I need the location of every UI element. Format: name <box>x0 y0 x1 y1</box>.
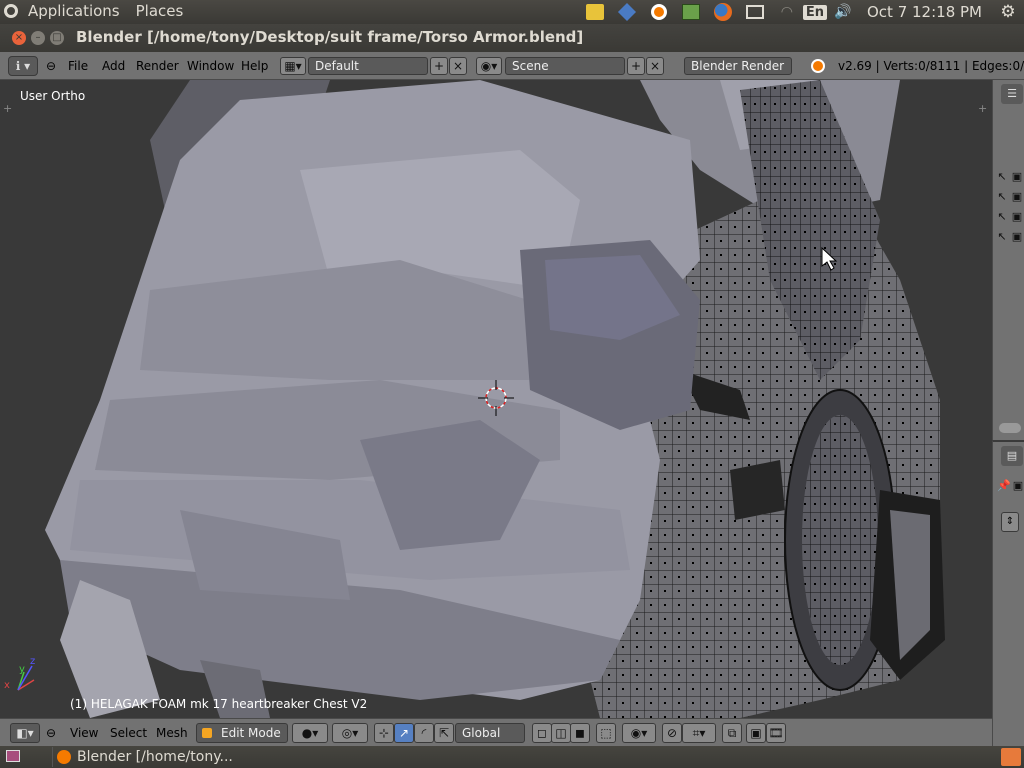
taskbar-blender-item[interactable]: Blender [/home/tony... <box>52 747 242 767</box>
mesh-render: x y z <box>4 80 945 718</box>
overlay-icon[interactable]: ⧉ <box>722 723 742 743</box>
scene-field[interactable]: Scene <box>505 57 625 75</box>
pivot-point-icon[interactable]: ◎▾ <box>332 723 368 743</box>
screen-layout-field[interactable]: Default <box>308 57 428 75</box>
vertex-select-icon[interactable]: ◻ <box>532 723 552 743</box>
places-menu[interactable]: Places <box>136 2 184 20</box>
taskbar-item-label: Blender [/home/tony... <box>77 749 233 765</box>
translate-manipulator-icon[interactable]: ↗ <box>394 723 414 743</box>
show-desktop-icon[interactable] <box>6 750 20 762</box>
info-header: ℹ ▾ ⊖ File Add Render Window Help ▦▾ Def… <box>0 52 1024 80</box>
maximize-icon[interactable]: □ <box>50 31 64 45</box>
viewport-shading-icon[interactable]: ●▾ <box>292 723 328 743</box>
firefox-icon[interactable] <box>712 2 734 22</box>
screen-lock-icon[interactable] <box>744 2 766 22</box>
axis-y-label: y <box>19 664 25 675</box>
outliner-panel[interactable]: ☰ ↖ ▣ ↖ ▣ ↖ ▣ ↖ ▣ <box>992 80 1024 440</box>
virtualbox-icon[interactable] <box>616 2 638 22</box>
top-panel: Applications Places ◠ En 🔊 Oct 7 12:18 P… <box>0 0 1024 24</box>
menu-file[interactable]: File <box>68 59 88 73</box>
applications-menu[interactable]: Applications <box>28 2 120 20</box>
window-title-bar: × – □ Blender [/home/tony/Desktop/suit f… <box>0 24 1024 52</box>
snap-toggle-icon[interactable]: ⊘ <box>662 723 682 743</box>
clock[interactable]: Oct 7 12:18 PM <box>867 3 982 21</box>
menu-window[interactable]: Window <box>187 59 234 73</box>
collapse-menu-icon[interactable]: ⊖ <box>46 726 56 740</box>
camera-render-icon[interactable]: ▣ <box>1010 190 1024 204</box>
render-engine-select[interactable]: Blender Render <box>684 57 792 75</box>
screen: Applications Places ◠ En 🔊 Oct 7 12:18 P… <box>0 0 1024 768</box>
rotate-manipulator-icon[interactable]: ◜ <box>414 723 434 743</box>
properties-context-dropdown[interactable]: ⇕ <box>1001 512 1019 532</box>
view-label: User Ortho <box>20 89 86 103</box>
properties-editor-icon[interactable]: ▤ <box>1001 446 1023 466</box>
ubuntu-logo-icon <box>4 4 18 18</box>
render-still-icon[interactable]: ▣ <box>746 723 766 743</box>
3d-view-header: ◧▾ ⊖ View Select Mesh Edit Mode ●▾ ◎▾ ⊹ … <box>0 718 992 746</box>
remove-scene-icon[interactable]: × <box>646 57 664 75</box>
3d-viewport[interactable]: x y z User Ortho (1) HELAGAK FOAM mk 17 … <box>0 80 992 718</box>
camera-render-icon[interactable]: ▣ <box>1010 210 1024 224</box>
axis-x-label: x <box>4 680 10 691</box>
plus-corner-icon[interactable]: + <box>3 102 12 115</box>
volume-icon[interactable]: 🔊 <box>832 2 854 22</box>
menu-render[interactable]: Render <box>136 59 179 73</box>
scene-icon[interactable]: ◉▾ <box>476 57 502 75</box>
select-arrow-icon[interactable]: ↖ <box>995 210 1009 224</box>
add-screen-icon[interactable]: + <box>430 57 448 75</box>
taskbar: Blender [/home/tony... <box>0 746 1024 768</box>
menu-select[interactable]: Select <box>110 726 147 740</box>
render-tab-icon[interactable]: ▣ <box>1011 479 1024 493</box>
render-animation-icon[interactable]: 🎞 <box>766 723 786 743</box>
system-monitor-icon[interactable] <box>680 2 702 22</box>
blender-icon <box>57 750 71 764</box>
wifi-icon[interactable]: ◠ <box>776 2 798 22</box>
proportional-editing-icon[interactable]: ◉▾ <box>622 723 656 743</box>
collapse-menu-icon[interactable]: ⊖ <box>46 59 56 73</box>
edit-mode-icon <box>202 728 212 738</box>
snap-element-icon[interactable]: ⌗▾ <box>682 723 716 743</box>
info-editor-type-button[interactable]: ℹ ▾ <box>8 56 38 76</box>
plus-corner-right-icon[interactable]: + <box>978 102 987 115</box>
limit-selection-icon[interactable]: ⬚ <box>596 723 616 743</box>
select-arrow-icon[interactable]: ↖ <box>995 190 1009 204</box>
notes-icon[interactable] <box>584 2 606 22</box>
screen-layout-icon[interactable]: ▦▾ <box>280 57 306 75</box>
select-arrow-icon[interactable]: ↖ <box>995 170 1009 184</box>
camera-render-icon[interactable]: ▣ <box>1010 230 1024 244</box>
minimize-icon[interactable]: – <box>31 31 45 45</box>
outliner-scrollbar[interactable] <box>999 423 1021 433</box>
blender-logo-icon <box>811 59 825 73</box>
face-select-icon[interactable]: ◼ <box>570 723 590 743</box>
select-arrow-icon[interactable]: ↖ <box>995 230 1009 244</box>
trash-icon[interactable] <box>1001 748 1021 766</box>
menu-help[interactable]: Help <box>241 59 268 73</box>
menu-mesh[interactable]: Mesh <box>156 726 188 740</box>
axis-z-label: z <box>30 656 35 667</box>
transform-orientation-select[interactable]: Global <box>455 723 525 743</box>
gear-icon[interactable]: ⚙ <box>997 2 1019 22</box>
language-indicator[interactable]: En <box>802 4 827 20</box>
window-title: Blender [/home/tony/Desktop/suit frame/T… <box>76 28 584 46</box>
scene-stats: v2.69 | Verts:0/8111 | Edges:0/1523 <box>838 59 1024 73</box>
add-scene-icon[interactable]: + <box>627 57 645 75</box>
object-label: (1) HELAGAK FOAM mk 17 heartbreaker Ches… <box>70 697 368 711</box>
close-icon[interactable]: × <box>12 31 26 45</box>
blender-icon[interactable] <box>648 2 670 22</box>
scale-manipulator-icon[interactable]: ⇱ <box>434 723 454 743</box>
properties-panel[interactable]: ▤ 📌 ▣ ⇕ <box>992 440 1024 746</box>
menu-add[interactable]: Add <box>102 59 125 73</box>
pin-icon[interactable]: 📌 <box>997 479 1011 493</box>
camera-render-icon[interactable]: ▣ <box>1010 170 1024 184</box>
outliner-editor-icon[interactable]: ☰ <box>1001 84 1023 104</box>
remove-screen-icon[interactable]: × <box>449 57 467 75</box>
manipulator-toggle-icon[interactable]: ⊹ <box>374 723 394 743</box>
3d-view-editor-icon[interactable]: ◧▾ <box>10 723 40 743</box>
menu-view[interactable]: View <box>70 726 98 740</box>
edge-select-icon[interactable]: ◫ <box>551 723 571 743</box>
